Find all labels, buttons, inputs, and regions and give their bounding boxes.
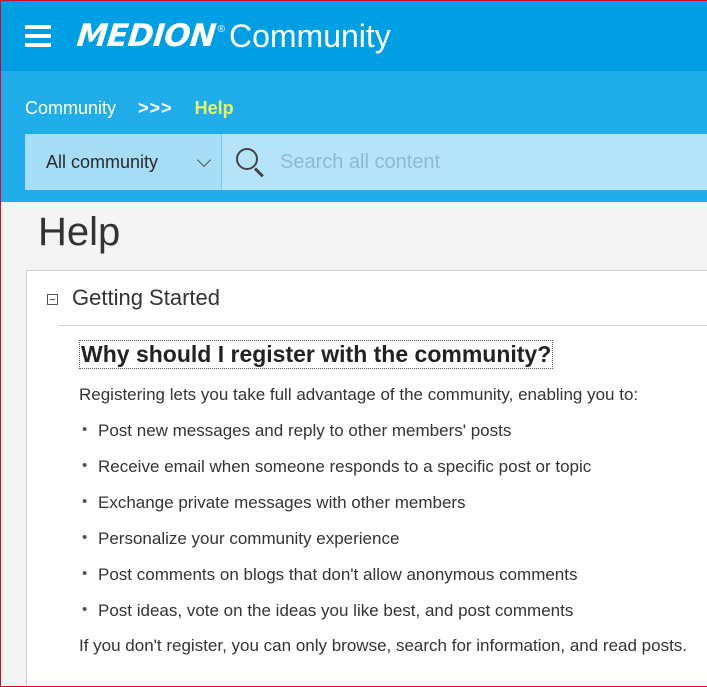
question-link[interactable]: Why should I register with the community… bbox=[79, 340, 554, 369]
breadcrumb-search-band: Community >>> Help All community bbox=[1, 71, 707, 202]
search-field bbox=[222, 134, 707, 190]
menu-icon[interactable] bbox=[25, 25, 51, 47]
list-item: Post ideas, vote on the ideas you like b… bbox=[79, 601, 707, 621]
list-item: Receive email when someone responds to a… bbox=[79, 457, 707, 477]
page-title: Help bbox=[38, 210, 121, 254]
section-title: Getting Started bbox=[72, 285, 220, 310]
search-bar: All community bbox=[25, 134, 707, 190]
outro-text: If you don't register, you can only brow… bbox=[79, 636, 688, 655]
breadcrumb-separator: >>> bbox=[138, 97, 173, 118]
section-header[interactable]: Getting Started bbox=[27, 271, 707, 325]
intro-text: Registering lets you take full advantage… bbox=[79, 385, 639, 404]
list-item: Post comments on blogs that don't allow … bbox=[79, 565, 707, 585]
benefits-list: Post new messages and reply to other mem… bbox=[79, 421, 707, 621]
search-scope-label: All community bbox=[46, 151, 159, 172]
community-label: Community bbox=[228, 17, 391, 54]
registered-mark: ® bbox=[217, 23, 225, 35]
list-item: Post new messages and reply to other mem… bbox=[79, 421, 707, 441]
brand[interactable]: MEDION ® Community bbox=[75, 17, 391, 55]
faq-article: Why should I register with the community… bbox=[27, 326, 707, 656]
top-header: MEDION ® Community bbox=[1, 1, 707, 71]
help-panel: Getting Started Why should I register wi… bbox=[26, 270, 707, 686]
chevron-down-icon bbox=[196, 152, 212, 167]
breadcrumb-current: Help bbox=[194, 97, 234, 118]
list-item: Personalize your community experience bbox=[79, 529, 707, 549]
search-scope-dropdown[interactable]: All community bbox=[25, 134, 222, 190]
collapse-icon[interactable] bbox=[47, 294, 58, 305]
search-icon[interactable] bbox=[234, 146, 266, 178]
breadcrumb-community-link[interactable]: Community bbox=[25, 98, 116, 119]
medion-logo: MEDION bbox=[75, 18, 218, 54]
search-input[interactable] bbox=[280, 150, 680, 174]
list-item: Exchange private messages with other mem… bbox=[79, 493, 707, 513]
browser-frame: MEDION ® Community Community >>> Help Al… bbox=[0, 0, 707, 687]
